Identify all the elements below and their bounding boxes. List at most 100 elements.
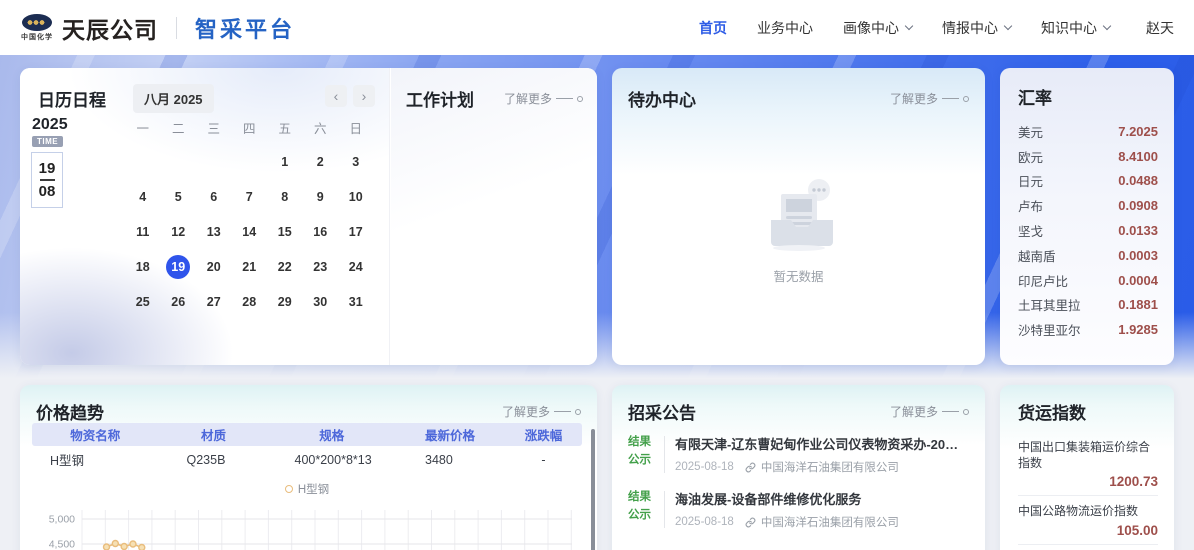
price-table-header-cell: 材质	[159, 425, 269, 444]
calendar-day-10[interactable]: 10	[338, 179, 374, 214]
price-table-header-cell: 涨跌幅	[505, 425, 582, 444]
nav-item-首页[interactable]: 首页	[699, 18, 727, 38]
calendar-day-15[interactable]: 15	[267, 214, 303, 249]
announcement-title[interactable]: 海油发展-设备部件维修优化服务	[675, 489, 899, 508]
calendar-day-27[interactable]: 27	[196, 284, 232, 319]
card-scrollbar[interactable]	[591, 429, 595, 550]
calendar-day-17[interactable]: 17	[338, 214, 374, 249]
main-nav: 首页 业务中心 画像中心 情报中心 知识中心 赵天	[699, 18, 1174, 38]
calendar-day-16[interactable]: 16	[303, 214, 339, 249]
chart-legend[interactable]: H型钢	[32, 481, 582, 497]
calendar-day-23[interactable]: 23	[303, 249, 339, 284]
legend-label: H型钢	[298, 481, 329, 497]
calendar-day-8[interactable]: 8	[267, 179, 303, 214]
emblem-mark-icon	[22, 14, 52, 31]
more-line	[942, 98, 959, 99]
month-selector[interactable]: 八月 2025	[133, 84, 214, 113]
announcement-item[interactable]: 结果公示有限天津-辽东曹妃甸作业公司仪表物资采办-202507312025-08…	[628, 434, 969, 475]
calendar-day-6[interactable]: 6	[196, 179, 232, 214]
calendar-day-12[interactable]: 12	[161, 214, 197, 249]
calendar-day-4[interactable]: 4	[125, 179, 161, 214]
announcement-org[interactable]: 中国海洋石油集团有限公司	[761, 514, 899, 530]
logo-divider	[176, 17, 177, 39]
price-table-header-cell: 规格	[269, 425, 396, 444]
calendar-day-21[interactable]: 21	[232, 249, 268, 284]
todo-more-link[interactable]: 了解更多	[890, 90, 969, 107]
calendar-day-30[interactable]: 30	[303, 284, 339, 319]
todo-center-card: 待办中心 了解更多 暂无数据	[612, 68, 985, 365]
workplan-more-link[interactable]: 了解更多	[504, 90, 583, 107]
freight-index-list: 中国出口集装箱运价综合指数1200.73中国公路物流运价指数105.00中国物流…	[1018, 432, 1158, 550]
announcement-item[interactable]: 结果公示海油发展-设备部件维修优化服务2025-08-18中国海洋石油集团有限公…	[628, 489, 969, 530]
nav-item-情报中心[interactable]: 情报中心	[942, 18, 1011, 38]
calendar-day-19[interactable]: 19	[161, 249, 197, 284]
price-table-header: 物资名称材质规格最新价格涨跌幅	[32, 423, 582, 446]
chevron-down-icon	[1103, 22, 1111, 30]
calendar-workplan-card: 日历日程 2025 TIME 19 08 八月 2025 ‹ › 一二三四五六日…	[20, 68, 597, 365]
currency-value: 7.2025	[1118, 124, 1158, 139]
tag-divider	[664, 436, 665, 473]
nav-item-知识中心[interactable]: 知识中心	[1041, 18, 1110, 38]
price-table-cell: -	[505, 453, 582, 467]
current-date-box: 19 08	[31, 152, 63, 208]
price-table-row[interactable]: H型钢Q235B400*200*8*133480-	[32, 446, 582, 473]
calendar-day-2[interactable]: 2	[303, 144, 339, 179]
calendar-day-7[interactable]: 7	[232, 179, 268, 214]
calendar-day-3[interactable]: 3	[338, 144, 374, 179]
currency-value: 0.0003	[1118, 248, 1158, 263]
currency-value: 1.9285	[1118, 322, 1158, 337]
calendar-day-5[interactable]: 5	[161, 179, 197, 214]
exchange-rate-row: 日元0.0488	[1018, 169, 1158, 194]
next-month-button[interactable]: ›	[353, 85, 375, 107]
currency-label: 日元	[1018, 171, 1043, 190]
calendar-day-25[interactable]: 25	[125, 284, 161, 319]
calendar-day-9[interactable]: 9	[303, 179, 339, 214]
calendar-day-11[interactable]: 11	[125, 214, 161, 249]
exchange-rate-row: 坚戈0.0133	[1018, 218, 1158, 243]
calendar-day-14[interactable]: 14	[232, 214, 268, 249]
nav-item-画像中心[interactable]: 画像中心	[843, 18, 912, 38]
currency-label: 沙特里亚尔	[1018, 320, 1081, 339]
currency-label: 坚戈	[1018, 221, 1043, 240]
prev-month-button[interactable]: ‹	[325, 85, 347, 107]
announcements-more-link[interactable]: 了解更多	[890, 403, 969, 420]
app-logo: 中国化学 天辰公司 智采平台	[20, 11, 295, 45]
calendar-day-26[interactable]: 26	[161, 284, 197, 319]
price-table-cell: Q235B	[159, 453, 269, 467]
calendar-day-31[interactable]: 31	[338, 284, 374, 319]
price-trend-more-link[interactable]: 了解更多	[502, 403, 581, 420]
calendar-day-29[interactable]: 29	[267, 284, 303, 319]
freight-index-label: 中国出口集装箱运价综合指数	[1018, 439, 1158, 471]
price-table: 物资名称材质规格最新价格涨跌幅 H型钢Q235B400*200*8*133480…	[32, 423, 582, 473]
calendar-nav: ‹ ›	[325, 85, 375, 107]
calendar-day-1[interactable]: 1	[267, 144, 303, 179]
nav-item-业务中心[interactable]: 业务中心	[757, 18, 813, 38]
result-tag: 结果公示	[628, 434, 656, 470]
more-dot-icon	[577, 96, 583, 102]
announcement-title[interactable]: 有限天津-辽东曹妃甸作业公司仪表物资采办-20250731	[675, 434, 965, 453]
user-menu[interactable]: 赵天	[1140, 18, 1174, 38]
freight-index-label: 中国公路物流运价指数	[1018, 503, 1158, 519]
currency-value: 0.1881	[1118, 297, 1158, 312]
currency-label: 印尼卢比	[1018, 271, 1068, 290]
calendar-weekday: 日	[338, 112, 374, 142]
announcements-card: 招采公告 了解更多 结果公示有限天津-辽东曹妃甸作业公司仪表物资采办-20250…	[612, 385, 985, 550]
exchange-rate-row: 卢布0.0908	[1018, 193, 1158, 218]
calendar-day-20[interactable]: 20	[196, 249, 232, 284]
calendar-day-empty	[125, 144, 161, 179]
price-table-cell: H型钢	[32, 450, 159, 469]
currency-label: 越南盾	[1018, 246, 1056, 265]
more-label: 了解更多	[502, 403, 550, 420]
calendar-day-18[interactable]: 18	[125, 249, 161, 284]
calendar-day-24[interactable]: 24	[338, 249, 374, 284]
calendar-weekday: 五	[267, 112, 303, 142]
more-line	[556, 98, 573, 99]
price-trend-title: 价格趋势	[36, 399, 104, 424]
announcement-org[interactable]: 中国海洋石油集团有限公司	[761, 459, 899, 475]
empty-inbox-icon	[757, 176, 841, 252]
currency-label: 卢布	[1018, 196, 1043, 215]
calendar-day-28[interactable]: 28	[232, 284, 268, 319]
brand-name: 天辰公司	[62, 11, 158, 45]
calendar-day-22[interactable]: 22	[267, 249, 303, 284]
calendar-day-13[interactable]: 13	[196, 214, 232, 249]
